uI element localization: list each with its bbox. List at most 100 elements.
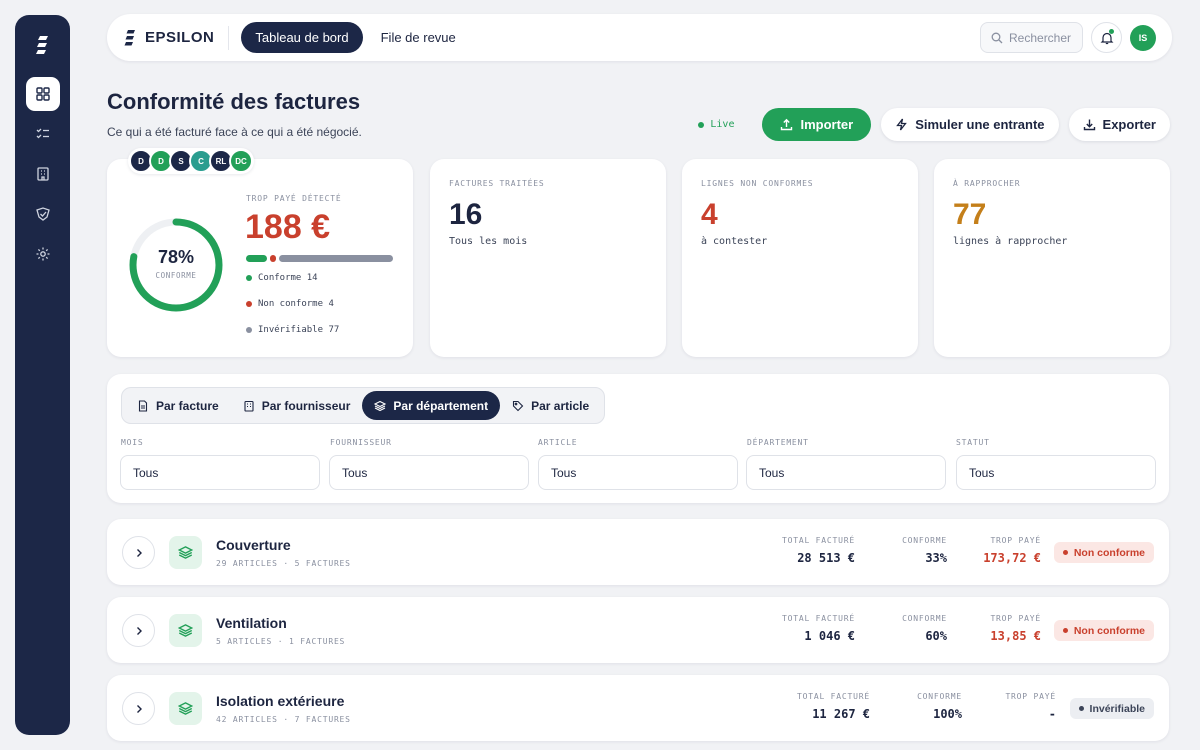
- import-label: Importer: [800, 117, 854, 132]
- total-billed-column: TOTAL FACTURÉ 11 267 €: [797, 692, 870, 721]
- lightning-icon: [896, 118, 908, 131]
- export-button[interactable]: Exporter: [1068, 108, 1170, 141]
- department-row[interactable]: Isolation extérieure 42 ARTICLES · 7 FAC…: [107, 675, 1169, 741]
- column-label: CONFORME: [917, 692, 962, 701]
- conformity-percentage: 78%: [157, 247, 195, 267]
- kpi-sub: à contester: [701, 236, 768, 247]
- kpi-sub: lignes à rapprocher: [953, 236, 1068, 247]
- overpaid-value: 173,72 €: [983, 551, 1041, 565]
- legend-conforme: Conforme 14: [246, 273, 318, 283]
- live-indicator: Live: [698, 119, 734, 130]
- user-avatar[interactable]: IS: [1130, 24, 1156, 51]
- filter-supplier-select[interactable]: Tous: [329, 455, 529, 490]
- legend-dot: [246, 301, 252, 307]
- expand-button[interactable]: [122, 536, 155, 569]
- kpi-label: À RAPPROCHER: [953, 179, 1021, 188]
- expand-button[interactable]: [122, 614, 155, 647]
- column-label: TROP PAYÉ: [1005, 692, 1056, 701]
- download-icon: [1083, 119, 1095, 131]
- status-dot: [1078, 706, 1084, 711]
- legend-non-conforme: Non conforme 4: [246, 299, 334, 309]
- document-icon: [138, 399, 148, 412]
- notifications-button[interactable]: [1091, 22, 1122, 53]
- total-billed-column: TOTAL FACTURÉ 28 513 €: [782, 536, 855, 565]
- layers-icon: [178, 546, 193, 559]
- chevron-right-icon: [136, 704, 142, 713]
- column-label: TOTAL FACTURÉ: [781, 614, 855, 623]
- tab-by-invoice[interactable]: Par facture: [125, 391, 231, 420]
- filter-month-select[interactable]: Tous: [120, 455, 320, 490]
- segment-conforme: [246, 255, 267, 262]
- segment-non-conforme: [270, 255, 276, 262]
- column-label: TOTAL FACTURÉ: [796, 692, 870, 701]
- tab-by-supplier[interactable]: Par fournisseur: [231, 391, 363, 420]
- overpaid-value: 188 €: [245, 208, 331, 246]
- legend-label: Invérifiable 77: [258, 325, 340, 335]
- tag-icon: [513, 400, 524, 411]
- tab-by-article[interactable]: Par article: [500, 391, 601, 420]
- column-label: TOTAL FACTURÉ: [781, 536, 855, 545]
- compliance-summary-card: 78% CONFORME TROP PAYÉ DÉTECTÉ 188 € Con…: [107, 159, 413, 357]
- department-row[interactable]: Ventilation 5 ARTICLES · 1 FACTURES TOTA…: [107, 597, 1169, 663]
- tab-review-queue[interactable]: File de revue: [367, 22, 470, 53]
- status-dot: [1062, 628, 1068, 633]
- overpaid-label: TROP PAYÉ DÉTECTÉ: [246, 194, 342, 203]
- legend-label: Non conforme 4: [258, 299, 334, 309]
- search-input[interactable]: Rechercher: [980, 22, 1083, 53]
- epsilon-logo-icon[interactable]: [31, 33, 55, 57]
- search-placeholder: Rechercher: [1009, 30, 1072, 45]
- checklist-icon: [36, 128, 49, 139]
- legend-dot: [246, 327, 252, 333]
- sidebar-item-suppliers[interactable]: [26, 157, 60, 191]
- overpaid-value: 13,85 €: [990, 629, 1041, 643]
- expand-button[interactable]: [122, 692, 155, 725]
- total-billed-value: 1 046 €: [804, 629, 855, 643]
- sidebar-item-review[interactable]: [26, 117, 60, 151]
- epsilon-mark-icon: [124, 29, 135, 45]
- overpaid-column: TROP PAYÉ 13,85 €: [990, 614, 1041, 643]
- reviewer-avatar[interactable]: DC: [229, 149, 253, 173]
- kpi-value: 16: [449, 198, 483, 231]
- brand[interactable]: EPSILON: [123, 25, 230, 50]
- reviewer-avatars[interactable]: D D S C RL DC: [128, 148, 254, 174]
- filter-article-select[interactable]: Tous: [538, 455, 738, 490]
- simulate-label: Simuler une entrante: [915, 117, 1045, 132]
- upload-icon: [781, 118, 793, 131]
- grid-icon: [35, 87, 50, 101]
- conform-value: 100%: [933, 707, 962, 721]
- conform-value: 33%: [925, 551, 947, 565]
- notification-dot: [1109, 29, 1114, 34]
- legend-inverifiable: Invérifiable 77: [246, 325, 339, 335]
- building-icon: [244, 400, 254, 412]
- tab-label: Par fournisseur: [261, 398, 351, 413]
- department-row[interactable]: Couverture 29 ARTICLES · 5 FACTURES TOTA…: [107, 519, 1169, 585]
- simulate-button[interactable]: Simuler une entrante: [881, 108, 1059, 141]
- tab-dashboard[interactable]: Tableau de bord: [241, 22, 363, 53]
- total-billed-value: 28 513 €: [797, 551, 855, 565]
- legend-dot: [246, 275, 252, 281]
- department-icon: [169, 692, 202, 725]
- import-button[interactable]: Importer: [762, 108, 872, 141]
- header-actions: Live Importer Simuler une entrante Expor…: [698, 108, 1170, 141]
- filter-department-select[interactable]: Tous: [746, 455, 946, 490]
- sidebar-item-compliance[interactable]: [26, 197, 60, 231]
- sidebar-item-dashboard[interactable]: [25, 77, 60, 111]
- department-icon: [169, 614, 202, 647]
- brand-name: EPSILON: [145, 29, 215, 46]
- tab-label: Par facture: [156, 398, 219, 413]
- status-dot: [1062, 550, 1068, 555]
- status-label: Non conforme: [1073, 624, 1145, 637]
- layers-icon: [178, 702, 193, 715]
- kpi-value: 77: [953, 198, 987, 231]
- overpaid-column: TROP PAYÉ -: [1005, 692, 1056, 721]
- filter-status-select[interactable]: Tous: [956, 455, 1156, 490]
- sidebar-item-settings[interactable]: [26, 237, 60, 271]
- department-meta: 42 ARTICLES · 7 FACTURES: [216, 715, 351, 724]
- top-bar: EPSILON Tableau de bord File de revue Re…: [107, 14, 1172, 61]
- status-badge: Non conforme: [1053, 542, 1154, 563]
- tab-by-department[interactable]: Par département: [362, 391, 501, 420]
- filter-label-month: MOIS: [121, 438, 144, 447]
- live-dot: [698, 121, 705, 128]
- search-icon: [991, 32, 1003, 43]
- department-meta: 29 ARTICLES · 5 FACTURES: [216, 559, 351, 568]
